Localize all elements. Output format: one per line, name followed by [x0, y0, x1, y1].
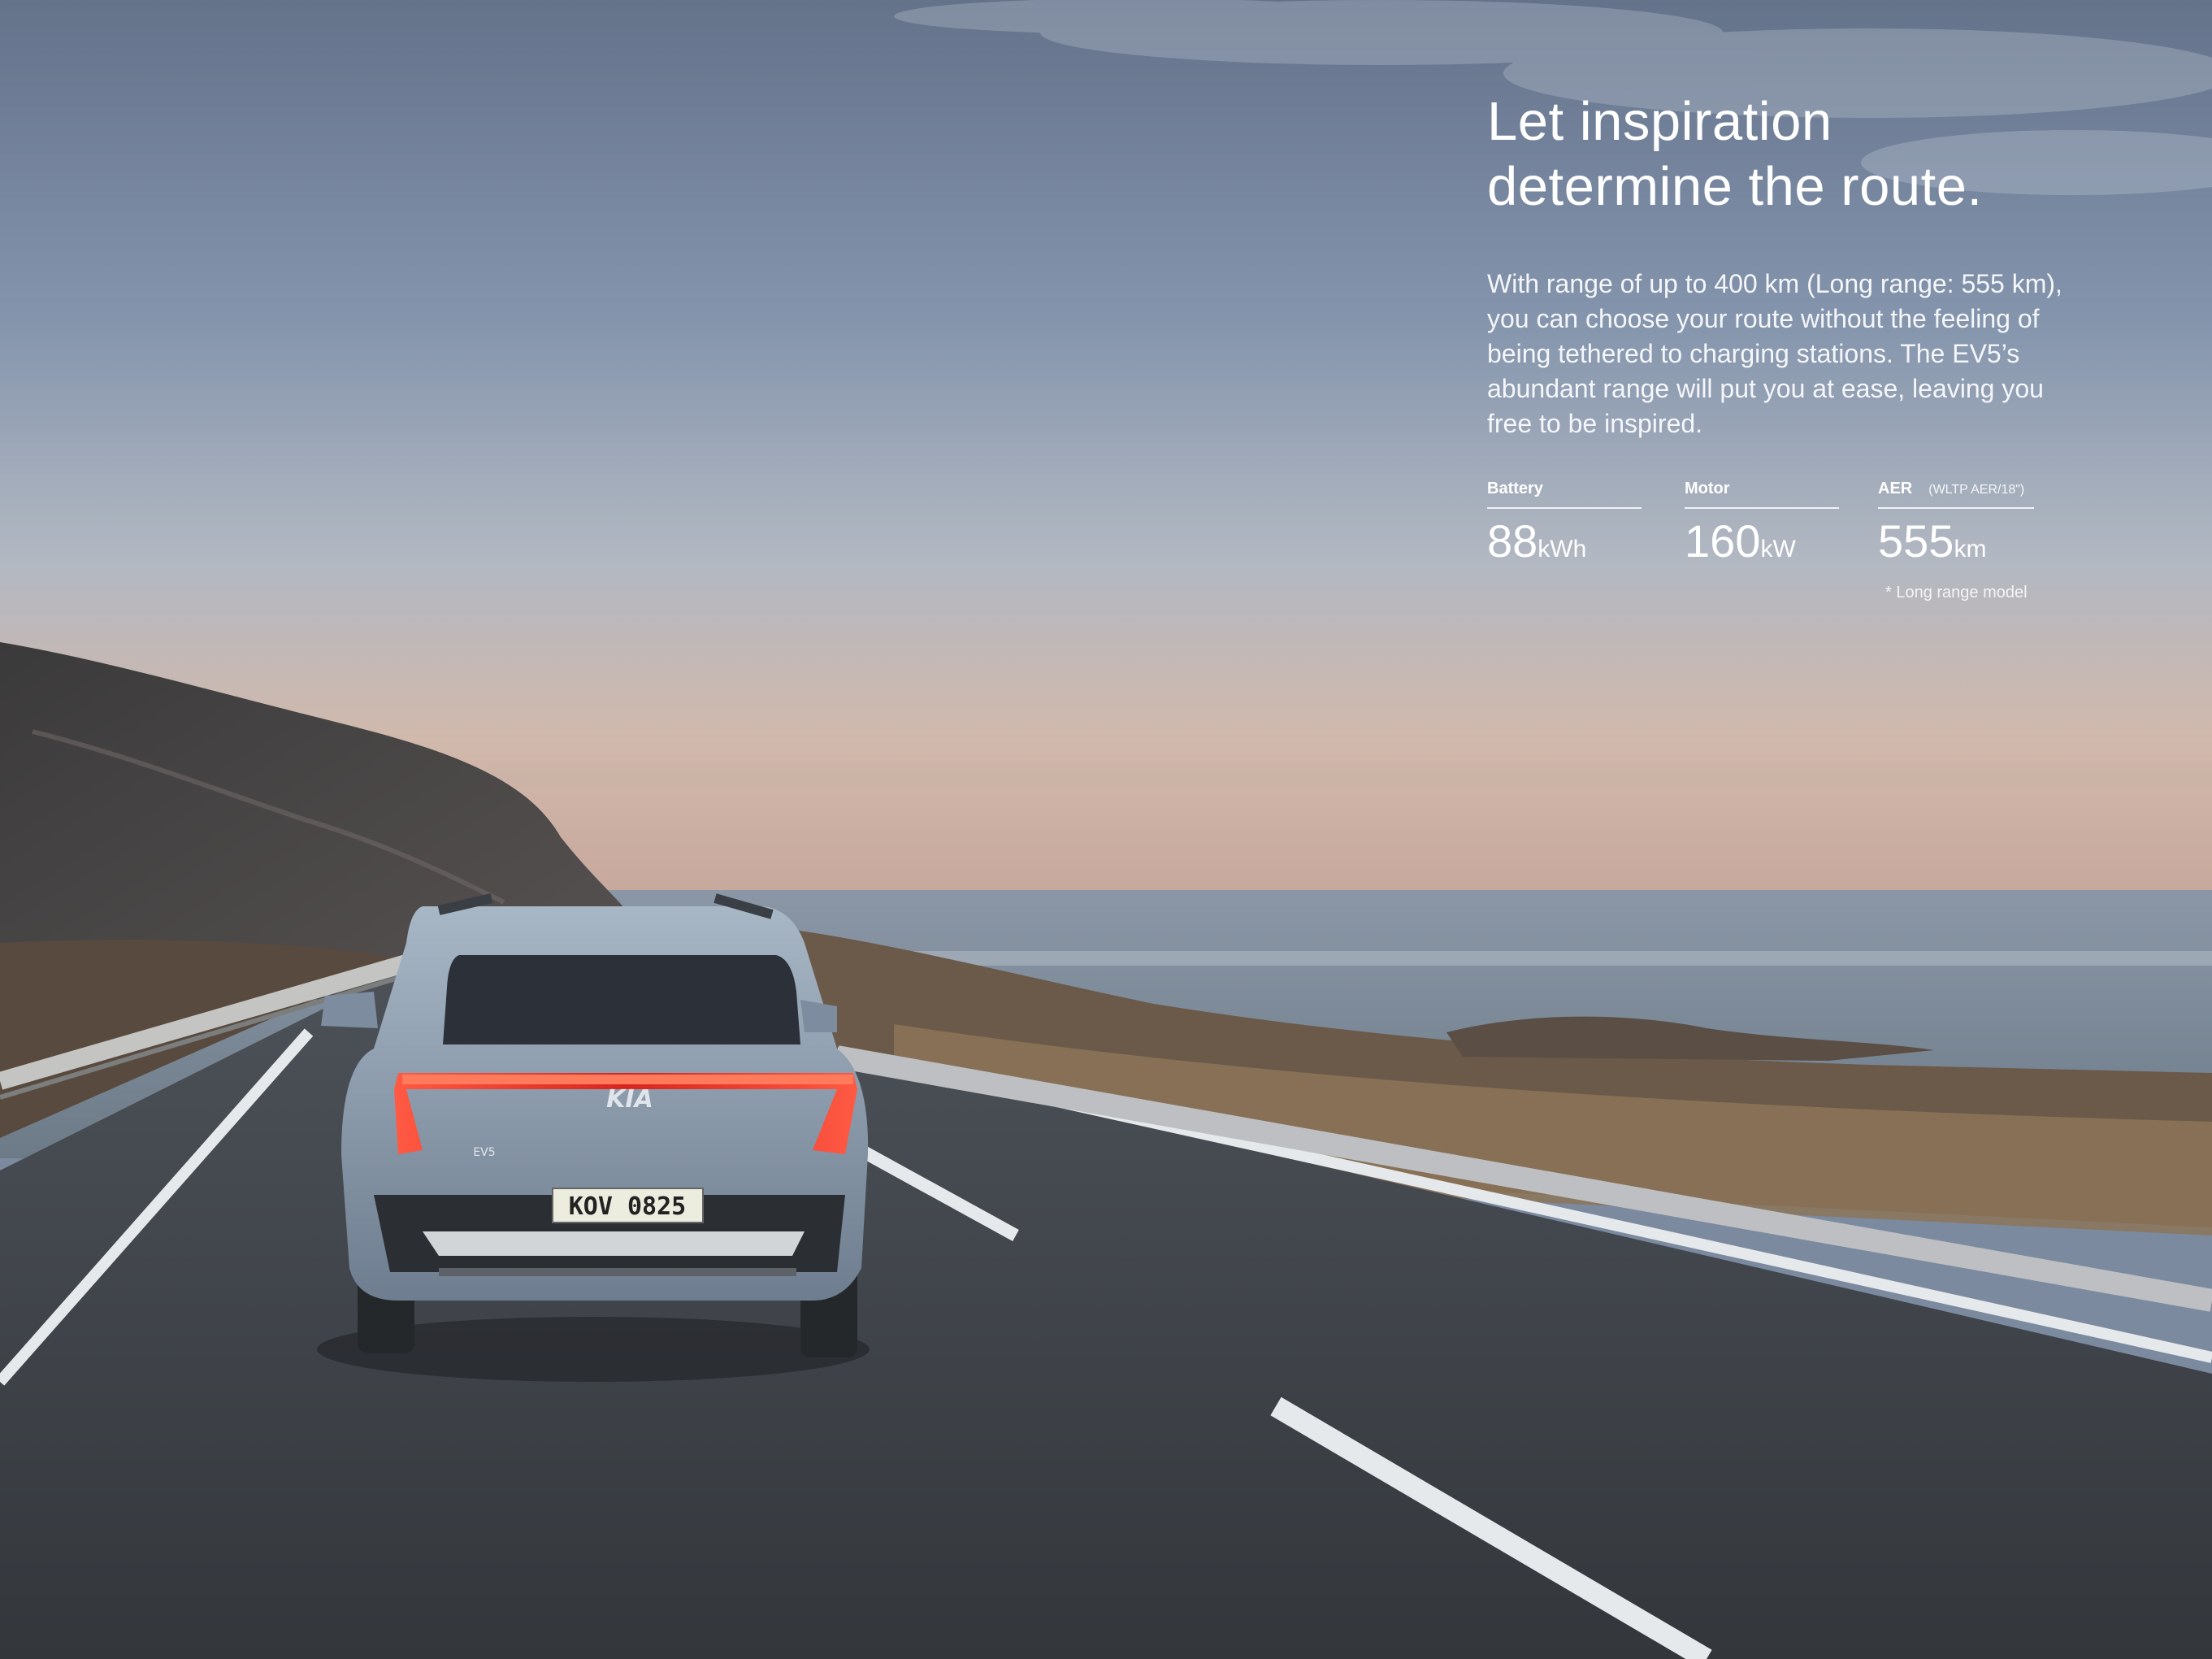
- spec-number: 88: [1487, 515, 1538, 567]
- spec-unit: kWh: [1538, 536, 1587, 562]
- spec-value: 555km: [1878, 515, 2034, 575]
- spec-note: (WLTP AER/18"): [1928, 483, 2025, 497]
- spec-label-row: AER (WLTP AER/18"): [1878, 480, 2034, 509]
- license-plate-text: KOV 0825: [569, 1192, 687, 1221]
- spec-battery: Battery 88kWh: [1487, 480, 1642, 575]
- spec-number: 555: [1878, 515, 1954, 567]
- spec-value: 88kWh: [1487, 515, 1642, 575]
- headline: Let inspiration determine the route.: [1487, 89, 2072, 219]
- body-text: With range of up to 400 km (Long range: …: [1487, 269, 2062, 438]
- spec-value: 160kW: [1685, 515, 1839, 575]
- spec-label-row: Motor: [1685, 480, 1839, 509]
- spec-label-row: Battery: [1487, 480, 1642, 509]
- spec-motor: Motor 160kW: [1685, 480, 1839, 575]
- headline-line-2: determine the route.: [1487, 156, 1983, 217]
- footnote: * Long range model: [1885, 584, 2028, 601]
- spec-table: Battery 88kWh Motor 160kW AER (WLTP AER/1…: [1487, 480, 2072, 601]
- spec-aer: AER (WLTP AER/18") 555km: [1878, 480, 2034, 575]
- spec-unit: kW: [1760, 536, 1796, 562]
- spec-label: AER: [1878, 480, 1913, 497]
- headline-line-1: Let inspiration: [1487, 91, 1832, 152]
- spec-number: 160: [1685, 515, 1761, 567]
- spec-label: Battery: [1487, 480, 1543, 497]
- model-badge: EV5: [473, 1146, 495, 1159]
- spec-unit: km: [1954, 536, 1987, 562]
- content-panel: Let inspiration determine the route. Wit…: [1487, 89, 2072, 601]
- spec-label: Motor: [1685, 480, 1730, 497]
- brand-badge: KIA: [606, 1085, 653, 1114]
